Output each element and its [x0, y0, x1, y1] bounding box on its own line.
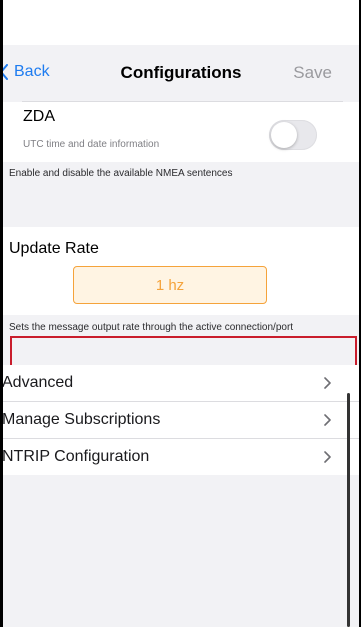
status-area: [3, 0, 359, 45]
zda-title: ZDA: [23, 108, 55, 125]
navigation-bar: Back Configurations Save: [3, 45, 359, 103]
menu-item-manage-subscriptions[interactable]: Manage Subscriptions: [3, 402, 359, 438]
update-rate-value: 1 hz: [155, 276, 185, 294]
chevron-right-icon: [324, 451, 331, 463]
menu-item-label: Advanced: [3, 374, 74, 391]
zda-toggle[interactable]: [269, 120, 317, 150]
menu-item-label: NTRIP Configuration: [3, 448, 150, 465]
menu-item-label: Manage Subscriptions: [3, 411, 161, 428]
update-rate-title: Update Rate: [9, 240, 99, 257]
save-button[interactable]: Save: [293, 63, 332, 83]
toggle-knob: [271, 122, 297, 148]
zda-subtitle: UTC time and date information: [23, 139, 160, 150]
chevron-right-icon: [324, 414, 331, 426]
menu-item-ntrip-configuration[interactable]: NTRIP Configuration: [3, 439, 359, 475]
configurations-screen: Back Configurations Save ZDA UTC time an…: [3, 0, 359, 627]
chevron-right-icon: [324, 377, 331, 389]
menu-item-advanced[interactable]: Advanced: [3, 365, 359, 401]
scrollbar[interactable]: [347, 393, 350, 627]
update-rate-button[interactable]: 1 hz: [73, 266, 267, 304]
nmea-footnote: Enable and disable the available NMEA se…: [9, 168, 233, 179]
update-rate-footnote: Sets the message output rate through the…: [9, 322, 294, 333]
